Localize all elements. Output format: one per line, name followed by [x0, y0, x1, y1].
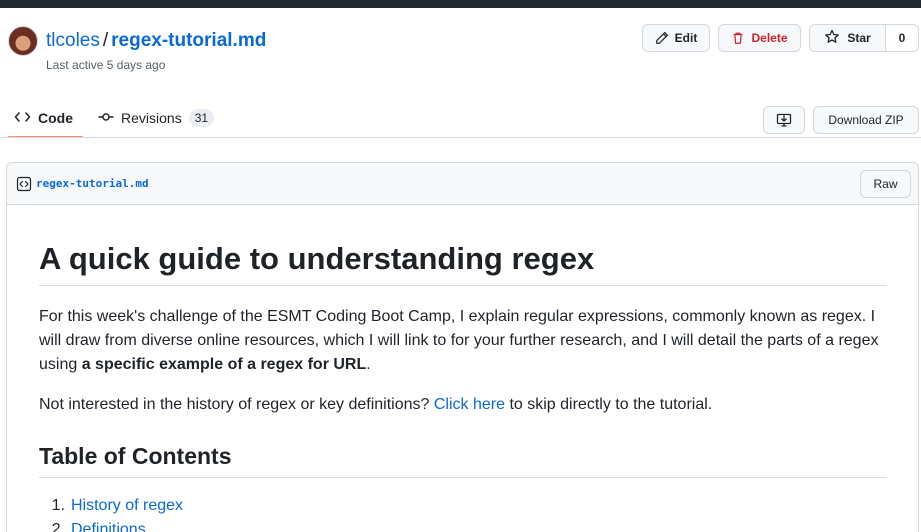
download-zip-button[interactable]: Download ZIP	[813, 106, 919, 134]
delete-button[interactable]: Delete	[718, 24, 801, 52]
star-label: Star	[847, 31, 871, 45]
top-navbar	[0, 0, 921, 8]
edit-label: Edit	[674, 31, 698, 45]
raw-button[interactable]: Raw	[860, 170, 911, 198]
tab-code[interactable]: Code	[8, 98, 83, 138]
list-item: 1. History of regex	[39, 494, 887, 518]
list-number: 1.	[51, 497, 65, 514]
embed-button[interactable]	[763, 106, 805, 134]
tab-revisions-label: Revisions	[121, 110, 182, 126]
avatar[interactable]	[8, 26, 38, 56]
code-icon	[14, 110, 31, 127]
file-header: regex-tutorial.md Raw	[7, 163, 918, 205]
intro-bold-text: a specific example of a regex for URL	[81, 356, 367, 373]
file-code-icon	[16, 176, 32, 192]
tab-revisions[interactable]: Revisions 31	[98, 98, 215, 138]
trash-icon	[731, 31, 745, 45]
desktop-download-icon	[776, 112, 792, 128]
skip-paragraph: Not interested in the history of regex o…	[39, 393, 887, 417]
title-separator: /	[102, 30, 109, 51]
toc-link-history[interactable]: History of regex	[71, 494, 183, 518]
gist-header: tlcoles / regex-tutorial.md Last active 5 …	[0, 8, 921, 138]
table-of-contents: 1. History of regex 2. Definitions	[39, 494, 887, 532]
click-here-link[interactable]: Click here	[434, 396, 505, 413]
tab-code-label: Code	[38, 110, 73, 126]
markdown-heading-1: A quick guide to understanding regex	[39, 239, 887, 286]
revisions-counter: 31	[188, 109, 215, 127]
list-number: 2.	[51, 521, 65, 532]
list-item: 2. Definitions	[39, 518, 887, 532]
toc-heading: Table of Contents	[39, 441, 887, 478]
star-icon	[824, 29, 840, 48]
toc-link-definitions[interactable]: Definitions	[71, 518, 146, 532]
star-button[interactable]: Star	[810, 25, 885, 51]
skip-text-after: to skip directly to the tutorial.	[505, 396, 713, 413]
delete-label: Delete	[751, 31, 788, 45]
star-button-group: Star 0	[809, 24, 919, 52]
gist-title: tlcoles / regex-tutorial.md	[46, 28, 266, 54]
file-name-link[interactable]: regex-tutorial.md	[36, 177, 149, 190]
gist-name-link[interactable]: regex-tutorial.md	[111, 30, 266, 51]
header-divider	[0, 137, 921, 138]
owner-link[interactable]: tlcoles	[46, 30, 100, 51]
star-count[interactable]: 0	[885, 25, 918, 51]
pencil-icon	[655, 31, 669, 45]
edit-button[interactable]: Edit	[642, 24, 710, 52]
file-box: regex-tutorial.md Raw A quick guide to u…	[6, 162, 919, 532]
intro-end: .	[366, 356, 371, 373]
intro-paragraph: For this week's challenge of the ESMT Co…	[39, 305, 887, 377]
last-active-text: Last active 5 days ago	[46, 58, 166, 72]
skip-text-before: Not interested in the history of regex o…	[39, 396, 434, 413]
commit-icon	[98, 110, 114, 127]
